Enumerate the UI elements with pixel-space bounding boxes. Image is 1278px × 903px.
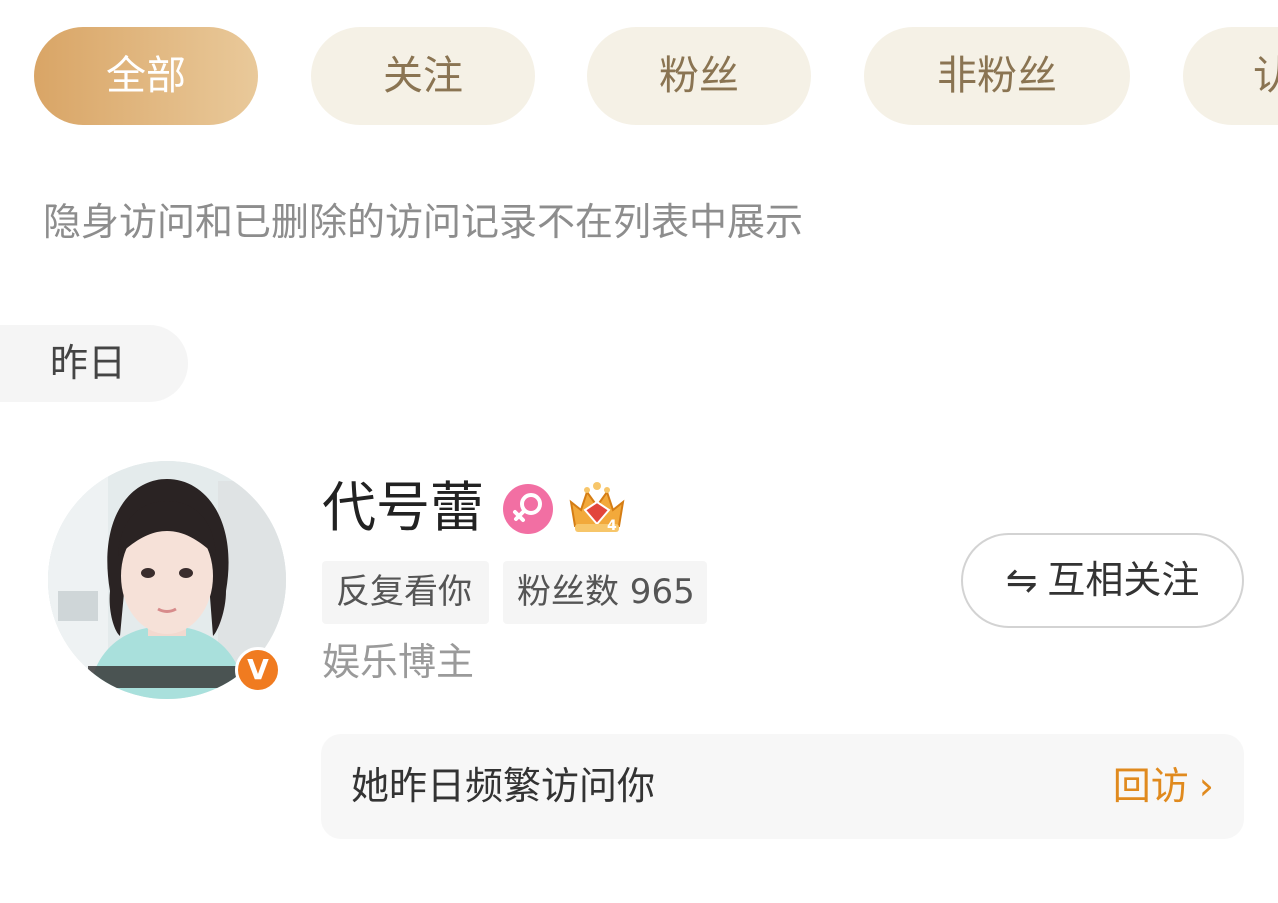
privacy-notice: 隐身访问和已删除的访问记录不在列表中展示 [43, 200, 804, 244]
v-verified-icon: V [235, 647, 281, 693]
date-section-header: 昨日 [0, 325, 188, 402]
tab-fans[interactable]: 粉丝 [587, 27, 811, 125]
follow-button-label: 互相关注 [1047, 558, 1200, 602]
visit-note-text: 她昨日频繁访问你 [351, 764, 656, 808]
tab-all[interactable]: 全部 [34, 27, 258, 125]
visitor-category: 娱乐博主 [322, 640, 475, 684]
mutual-follow-button[interactable]: ⇋ 互相关注 [961, 533, 1244, 628]
visitor-name[interactable]: 代号蕾 [322, 476, 484, 540]
chevron-right-icon: › [1198, 764, 1214, 808]
tab-following[interactable]: 关注 [311, 27, 535, 125]
crown-level-icon: 4 [569, 482, 625, 534]
swap-arrows-icon: ⇋ [1005, 558, 1038, 602]
visit-back-label: 回访 [1112, 764, 1189, 808]
filter-tabs: 全部 关注 粉丝 非粉丝 认 [0, 0, 1278, 150]
level-number: 4 [607, 518, 617, 534]
female-icon [503, 484, 553, 534]
tab-certified[interactable]: 认 [1183, 27, 1278, 125]
tab-non-fans[interactable]: 非粉丝 [864, 27, 1130, 125]
repeat-visit-tag: 反复看你 [322, 561, 489, 624]
visit-back-link[interactable]: 回访 › [1113, 734, 1214, 839]
fan-count-tag: 粉丝数 965 [503, 561, 707, 624]
visit-note-bar[interactable]: 她昨日频繁访问你 回访 › [321, 734, 1244, 839]
visitor-list-page: 全部 关注 粉丝 非粉丝 认 隐身访问和已删除的访问记录不在列表中展示 昨日 V… [0, 0, 1278, 903]
